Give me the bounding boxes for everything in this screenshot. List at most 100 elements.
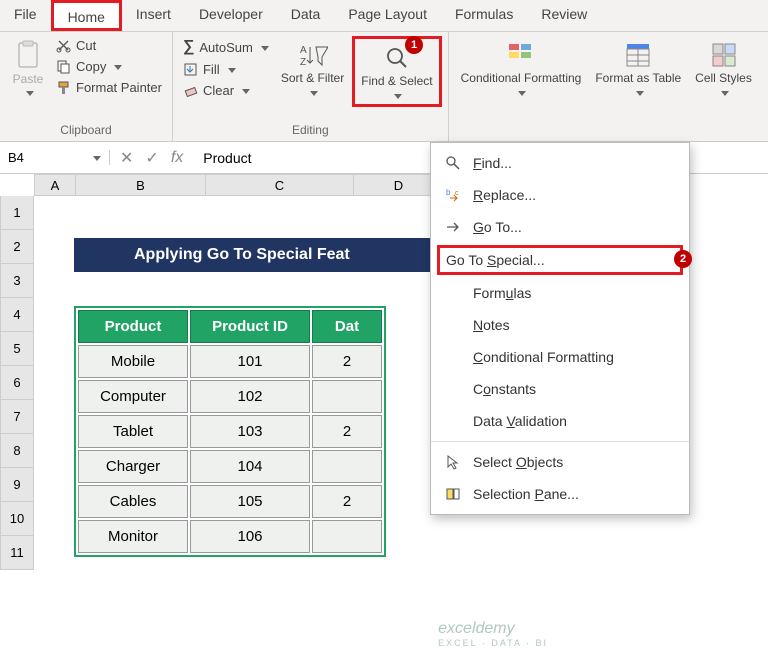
menu-constants[interactable]: Constants: [431, 373, 689, 405]
table-cell[interactable]: Cables: [78, 485, 188, 518]
group-styles: Conditional Formatting Format as Table C…: [449, 32, 764, 141]
table-row[interactable]: Computer102: [78, 380, 382, 413]
fx-icon[interactable]: fx: [171, 149, 183, 167]
row-header[interactable]: 2: [0, 230, 34, 264]
format-painter-button[interactable]: Format Painter: [52, 78, 166, 97]
col-header[interactable]: C: [206, 174, 354, 196]
data-table[interactable]: ProductProduct IDDat Mobile1012Computer1…: [74, 306, 386, 557]
menu-cond-fmt[interactable]: Conditional Formatting: [431, 341, 689, 373]
sort-filter-icon: AZ: [298, 41, 328, 69]
paste-icon: [15, 40, 41, 70]
group-clipboard: Paste Cut Copy Format Painter Clipboard: [0, 32, 173, 141]
badge-2: 2: [674, 250, 692, 268]
menu-select-objects[interactable]: Select Objects: [431, 446, 689, 478]
group-label-editing: Editing: [179, 121, 442, 139]
tab-formulas[interactable]: Formulas: [441, 0, 527, 31]
cut-button[interactable]: Cut: [52, 36, 166, 55]
formula-content[interactable]: Product: [193, 150, 261, 166]
menu-data-validation[interactable]: Data Validation: [431, 405, 689, 437]
brush-icon: [56, 80, 71, 95]
table-cell[interactable]: Mobile: [78, 345, 188, 378]
group-label-styles: [455, 135, 758, 139]
paste-button: Paste: [6, 36, 50, 102]
ribbon-tabs: File Home Insert Developer Data Page Lay…: [0, 0, 768, 32]
ribbon-body: Paste Cut Copy Format Painter Clipboard: [0, 32, 768, 142]
cancel-icon: ✕: [120, 148, 133, 168]
table-cell[interactable]: [312, 380, 382, 413]
table-cell[interactable]: [312, 450, 382, 483]
table-header[interactable]: Dat: [312, 310, 382, 343]
table-cell[interactable]: 2: [312, 485, 382, 518]
table-cell[interactable]: Computer: [78, 380, 188, 413]
sort-filter-button[interactable]: AZ Sort & Filter: [275, 36, 350, 101]
row-header[interactable]: 7: [0, 400, 34, 434]
col-header[interactable]: B: [76, 174, 206, 196]
eraser-icon: [183, 83, 198, 98]
row-header[interactable]: 6: [0, 366, 34, 400]
table-cell[interactable]: [312, 520, 382, 553]
table-cell[interactable]: 102: [190, 380, 310, 413]
table-cell[interactable]: Tablet: [78, 415, 188, 448]
pane-icon: [445, 486, 461, 502]
tab-review[interactable]: Review: [527, 0, 601, 31]
table-cell[interactable]: 104: [190, 450, 310, 483]
badge-1: 1: [405, 36, 423, 54]
menu-find[interactable]: Find...: [431, 147, 689, 179]
svg-text:A: A: [300, 45, 307, 56]
row-header[interactable]: 10: [0, 502, 34, 536]
row-header[interactable]: 9: [0, 468, 34, 502]
tab-developer[interactable]: Developer: [185, 0, 277, 31]
table-icon: [625, 42, 651, 68]
tab-insert[interactable]: Insert: [122, 0, 185, 31]
table-header[interactable]: Product: [78, 310, 188, 343]
tab-file[interactable]: File: [0, 0, 51, 31]
replace-icon: bc: [445, 187, 461, 203]
svg-text:c: c: [455, 190, 459, 197]
autosum-button[interactable]: ∑ AutoSum: [179, 36, 273, 58]
name-box[interactable]: B4: [0, 150, 110, 165]
table-header[interactable]: Product ID: [190, 310, 310, 343]
row-header[interactable]: 5: [0, 332, 34, 366]
table-cell[interactable]: 2: [312, 415, 382, 448]
clear-button[interactable]: Clear: [179, 81, 273, 100]
svg-text:Z: Z: [300, 57, 306, 68]
row-header[interactable]: 3: [0, 264, 34, 298]
tab-page-layout[interactable]: Page Layout: [334, 0, 441, 31]
row-header[interactable]: 4: [0, 298, 34, 332]
table-row[interactable]: Cables1052: [78, 485, 382, 518]
table-cell[interactable]: 105: [190, 485, 310, 518]
fill-icon: [183, 62, 198, 77]
table-cell[interactable]: 101: [190, 345, 310, 378]
table-row[interactable]: Charger104: [78, 450, 382, 483]
menu-notes[interactable]: Notes: [431, 309, 689, 341]
menu-replace[interactable]: bc Replace...: [431, 179, 689, 211]
conditional-formatting-button[interactable]: Conditional Formatting: [455, 36, 588, 101]
fill-button[interactable]: Fill: [179, 60, 273, 79]
tab-data[interactable]: Data: [277, 0, 335, 31]
table-row[interactable]: Monitor106: [78, 520, 382, 553]
menu-selection-pane[interactable]: Selection Pane...: [431, 478, 689, 510]
table-row[interactable]: Mobile1012: [78, 345, 382, 378]
menu-goto-special[interactable]: Go To Special... 2: [437, 245, 683, 275]
table-cell[interactable]: Charger: [78, 450, 188, 483]
table-cell[interactable]: 106: [190, 520, 310, 553]
table-cell[interactable]: 103: [190, 415, 310, 448]
menu-formulas[interactable]: Formulas: [431, 277, 689, 309]
cell-styles-button[interactable]: Cell Styles: [689, 36, 758, 101]
format-as-table-button[interactable]: Format as Table: [589, 36, 687, 101]
table-row[interactable]: Tablet1032: [78, 415, 382, 448]
copy-button[interactable]: Copy: [52, 57, 166, 76]
magnifier-icon: [445, 155, 461, 171]
copy-icon: [56, 59, 71, 74]
row-header[interactable]: 8: [0, 434, 34, 468]
col-header[interactable]: A: [34, 174, 76, 196]
row-header[interactable]: 1: [0, 196, 34, 230]
table-cell[interactable]: 2: [312, 345, 382, 378]
row-header[interactable]: 11: [0, 536, 34, 570]
confirm-icon: ✓: [145, 148, 158, 168]
row-headers: 1234567891011: [0, 196, 34, 570]
find-select-button[interactable]: Find & Select: [352, 36, 441, 107]
menu-goto[interactable]: Go To...: [431, 211, 689, 243]
tab-home[interactable]: Home: [51, 0, 122, 31]
table-cell[interactable]: Monitor: [78, 520, 188, 553]
